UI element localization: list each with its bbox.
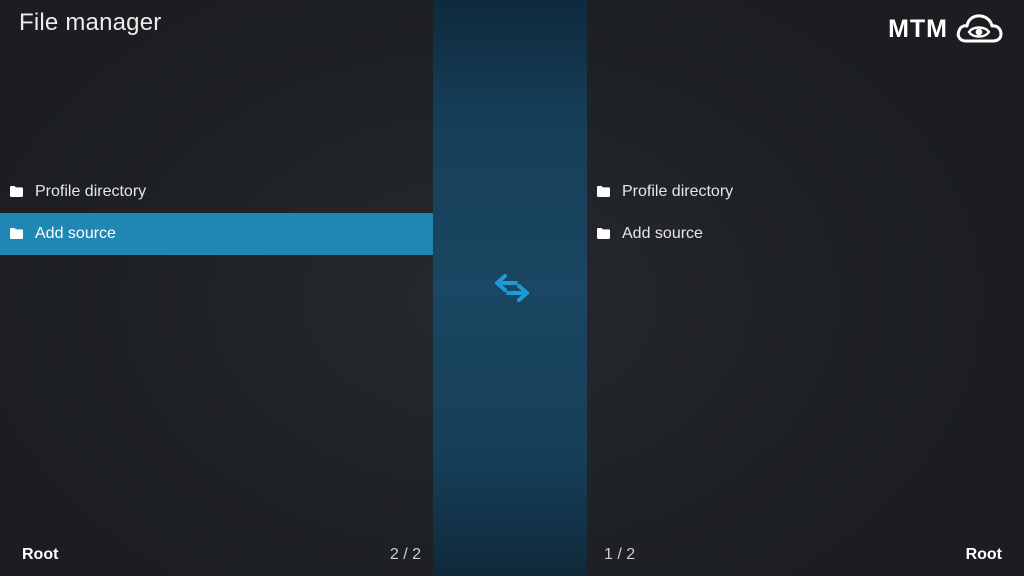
right-file-list: Profile directory Add source xyxy=(587,171,1024,255)
folder-icon xyxy=(10,186,23,197)
list-item-label: Profile directory xyxy=(35,183,147,200)
right-item-count: 1 / 2 xyxy=(604,546,636,563)
list-item-label: Add source xyxy=(35,225,116,242)
file-manager-screen: File manager MTM Profile directory Add s… xyxy=(0,0,1024,576)
left-path-label: Root xyxy=(22,546,59,563)
list-item-add-source[interactable]: Add source xyxy=(587,213,1024,255)
right-pane: Profile directory Add source 1 / 2 Root xyxy=(587,0,1024,576)
list-item-profile-directory[interactable]: Profile directory xyxy=(587,171,1024,213)
list-item-add-source[interactable]: Add source xyxy=(0,213,433,255)
folder-icon xyxy=(10,228,23,239)
folder-icon xyxy=(597,228,610,239)
left-file-list: Profile directory Add source xyxy=(0,171,433,255)
list-item-label: Add source xyxy=(622,225,703,242)
right-path-label: Root xyxy=(965,546,1002,563)
list-item-label: Profile directory xyxy=(622,183,734,200)
list-item-profile-directory[interactable]: Profile directory xyxy=(0,171,433,213)
left-item-count: 2 / 2 xyxy=(389,546,421,563)
folder-icon xyxy=(597,186,610,197)
swap-arrows-icon[interactable] xyxy=(494,272,530,304)
left-pane: Profile directory Add source Root 2 / 2 xyxy=(0,0,433,576)
